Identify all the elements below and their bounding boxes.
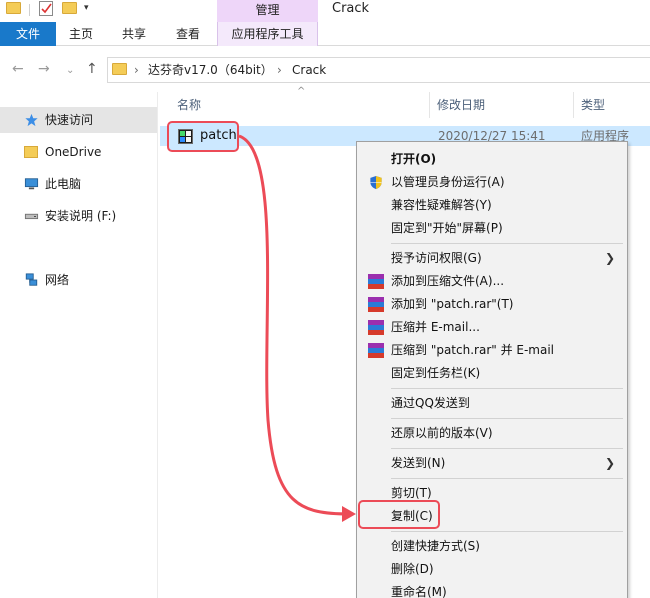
tab-view[interactable]: 查看 — [164, 22, 212, 46]
tab-file[interactable]: 文件 — [0, 22, 56, 46]
menu-item-label: 兼容性疑难解答(Y) — [391, 198, 492, 212]
sidebar-item-onedrive[interactable]: OneDrive — [0, 139, 157, 165]
column-type[interactable]: 类型 — [581, 97, 605, 113]
menu-item-run-as-admin[interactable]: 以管理员身份运行(A) — [357, 171, 627, 194]
divider[interactable] — [429, 92, 430, 118]
file-name: patch — [200, 128, 237, 143]
sidebar-item-network[interactable]: 网络 — [0, 267, 157, 293]
menu-item-add-to-patch-rar[interactable]: 添加到 "patch.rar"(T) — [357, 293, 627, 316]
menu-item-label: 压缩到 "patch.rar" 并 E-mail — [391, 343, 555, 357]
menu-item-restore-previous-versions[interactable]: 还原以前的版本(V) — [357, 422, 627, 445]
sidebar-item-drive-f[interactable]: 安装说明 (F:) — [0, 203, 157, 229]
divider — [391, 531, 623, 532]
menu-item-label: 打开(O) — [391, 152, 437, 166]
sidebar-item-this-pc[interactable]: 此电脑 — [0, 171, 157, 197]
tab-share[interactable]: 共享 — [110, 22, 158, 46]
tab-application-tools[interactable]: 应用程序工具 — [217, 22, 318, 46]
context-menu: 打开(O) 以管理员身份运行(A) 兼容性疑难解答(Y) 固定到"开始"屏幕(P… — [356, 141, 628, 598]
menu-item-label: 授予访问权限(G) — [391, 251, 482, 265]
menu-item-troubleshoot-compatibility[interactable]: 兼容性疑难解答(Y) — [357, 194, 627, 217]
chevron-right-icon: ❯ — [604, 251, 615, 265]
menu-item-compress-and-email[interactable]: 压缩并 E-mail... — [357, 316, 627, 339]
chevron-right-icon[interactable]: › — [277, 62, 282, 78]
sidebar-item-label: 网络 — [45, 273, 70, 287]
breadcrumb-segment[interactable]: Crack — [292, 62, 326, 78]
forward-arrow-icon[interactable]: → — [38, 61, 50, 77]
customize-quick-access-icon[interactable]: ▾ — [84, 3, 94, 13]
menu-item-add-to-archive[interactable]: 添加到压缩文件(A)... — [357, 270, 627, 293]
divider — [391, 448, 623, 449]
shield-icon — [370, 175, 382, 190]
menu-item-label: 还原以前的版本(V) — [391, 426, 493, 440]
sidebar-item-label: 快速访问 — [45, 113, 94, 127]
properties-icon[interactable] — [39, 1, 53, 16]
menu-item-label: 压缩并 E-mail... — [391, 320, 480, 334]
menu-item-label: 通过QQ发送到 — [391, 396, 470, 410]
menu-item-label: 添加到压缩文件(A)... — [391, 274, 505, 288]
sidebar-item-label: OneDrive — [45, 145, 102, 159]
menu-item-compress-to-patch-rar-and-email[interactable]: 压缩到 "patch.rar" 并 E-mail — [357, 339, 627, 362]
menu-item-label: 创建快捷方式(S) — [391, 539, 480, 553]
folder-icon — [6, 2, 21, 14]
tab-home[interactable]: 主页 — [58, 22, 104, 46]
divider[interactable] — [573, 92, 574, 118]
copy-highlight-box — [358, 500, 440, 529]
address-bar[interactable]: › 达芬奇v17.0（64bit） › Crack — [107, 57, 650, 83]
menu-item-pin-to-taskbar[interactable]: 固定到任务栏(K) — [357, 362, 627, 385]
new-folder-icon[interactable] — [62, 2, 77, 14]
menu-item-pin-to-start[interactable]: 固定到"开始"屏幕(P) — [357, 217, 627, 240]
navigation-bar: ← → ⌄ ↑ › 达芬奇v17.0（64bit） › Crack — [0, 47, 650, 91]
winrar-icon — [368, 297, 384, 312]
menu-item-rename[interactable]: 重命名(M) — [357, 581, 627, 598]
column-header: ^ 名称 修改日期 类型 — [160, 86, 650, 118]
menu-item-label: 发送到(N) — [391, 456, 446, 470]
menu-item-give-access[interactable]: 授予访问权限(G) ❯ — [357, 247, 627, 270]
folder-icon — [112, 63, 127, 75]
menu-item-send-to[interactable]: 发送到(N) ❯ — [357, 452, 627, 475]
drive-icon — [24, 213, 39, 220]
sidebar-item-quick-access[interactable]: 快速访问 — [0, 107, 157, 133]
sidebar-item-label: 此电脑 — [45, 177, 82, 191]
column-date-modified[interactable]: 修改日期 — [437, 97, 485, 113]
menu-item-label: 重命名(M) — [391, 585, 447, 598]
network-icon — [25, 273, 38, 286]
chevron-right-icon[interactable]: › — [134, 62, 139, 78]
winrar-icon — [368, 320, 384, 335]
window-title: Crack — [332, 1, 370, 16]
menu-item-label: 添加到 "patch.rar"(T) — [391, 297, 514, 311]
menu-item-label: 删除(D) — [391, 562, 434, 576]
divider — [391, 243, 623, 244]
divider — [391, 388, 623, 389]
star-icon — [25, 113, 38, 127]
recent-locations-chevron-icon[interactable]: ⌄ — [66, 63, 74, 79]
winrar-icon — [368, 343, 384, 358]
ribbon-tabs: 文件 主页 共享 查看 应用程序工具 — [0, 22, 650, 46]
menu-item-label: 固定到"开始"屏幕(P) — [391, 221, 503, 235]
menu-item-delete[interactable]: 删除(D) — [357, 558, 627, 581]
sort-ascending-icon: ^ — [297, 86, 306, 97]
sidebar-item-label: 安装说明 (F:) — [45, 209, 117, 223]
breadcrumb-segment[interactable]: 达芬奇v17.0（64bit） — [148, 62, 273, 78]
divider — [391, 478, 623, 479]
column-name[interactable]: 名称 — [177, 97, 201, 113]
up-arrow-icon[interactable]: ↑ — [86, 61, 98, 77]
computer-icon — [24, 178, 39, 190]
manage-tab[interactable]: 管理 — [217, 0, 318, 22]
divider — [391, 418, 623, 419]
title-bar: ▾ 管理 Crack — [0, 0, 650, 22]
folder-icon — [24, 146, 38, 158]
menu-item-send-via-qq[interactable]: 通过QQ发送到 — [357, 392, 627, 415]
back-arrow-icon[interactable]: ← — [12, 61, 24, 77]
menu-item-label: 以管理员身份运行(A) — [391, 175, 505, 189]
chevron-right-icon: ❯ — [604, 456, 615, 470]
file-name-cell[interactable]: patch — [167, 121, 239, 152]
menu-item-create-shortcut[interactable]: 创建快捷方式(S) — [357, 535, 627, 558]
navigation-pane: 快速访问 OneDrive 此电脑 安装说明 (F:) 网络 — [0, 92, 158, 598]
divider — [29, 4, 30, 16]
menu-item-label: 固定到任务栏(K) — [391, 366, 481, 380]
menu-item-open[interactable]: 打开(O) — [357, 148, 627, 171]
winrar-icon — [368, 274, 384, 289]
application-icon — [178, 129, 193, 144]
